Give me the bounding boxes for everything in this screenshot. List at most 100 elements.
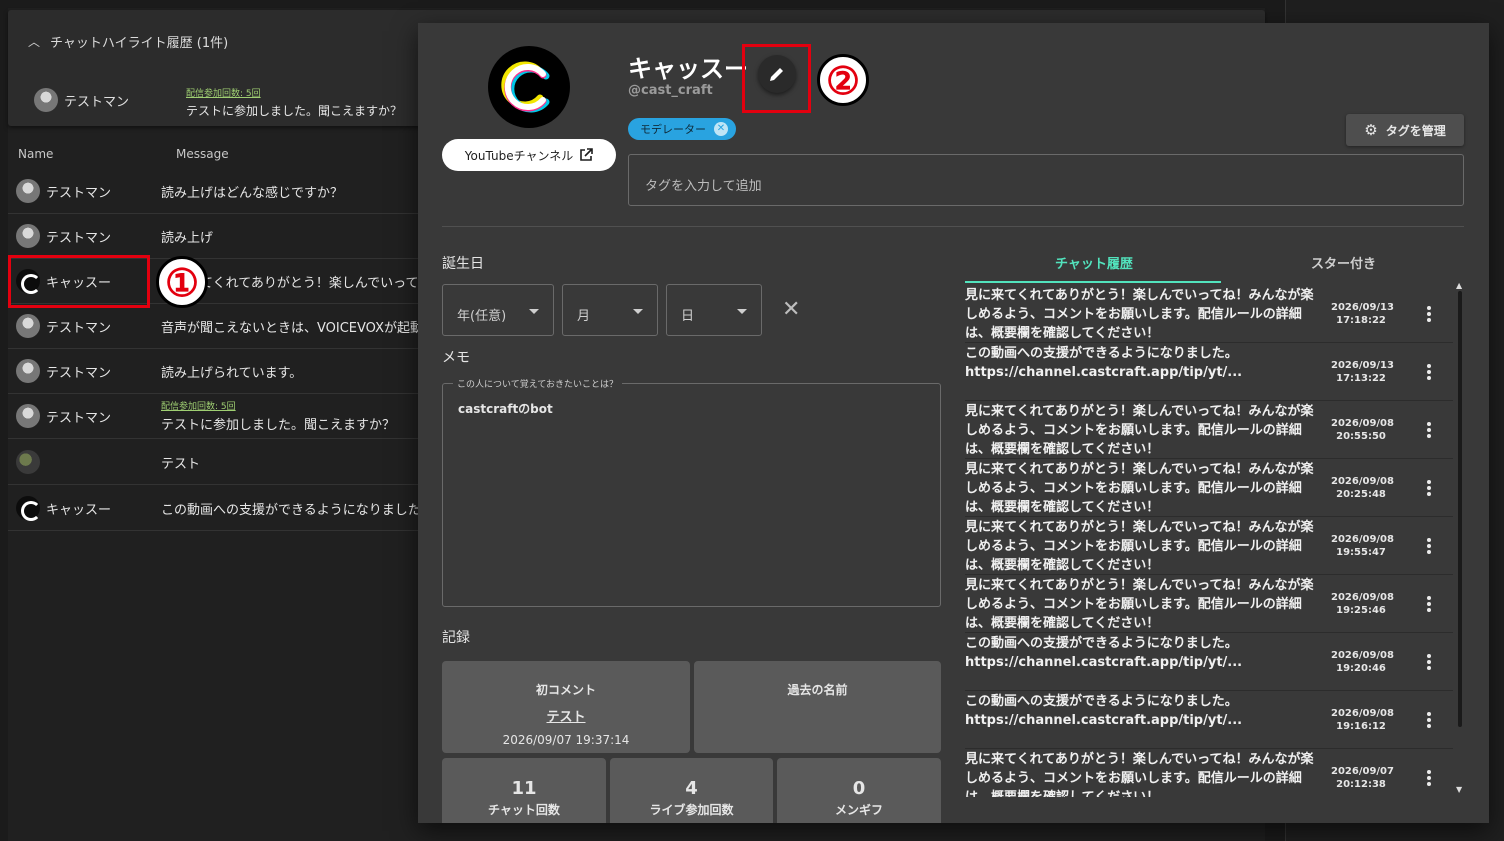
- highlight-user[interactable]: テストマン: [34, 88, 129, 112]
- scroll-up-icon[interactable]: ▲: [1456, 281, 1462, 290]
- highlight-header[interactable]: ︿ チャットハイライト履歴 (1件): [28, 32, 228, 51]
- divider: [442, 226, 1464, 227]
- list-item[interactable]: テストマン 読み上げはどんな感じですか？: [8, 169, 428, 214]
- history-item: この動画への支援ができるようになりました。 https://channel.ca…: [965, 691, 1453, 749]
- month-select[interactable]: 月: [562, 284, 658, 336]
- channel-avatar: [488, 46, 570, 128]
- more-vert-icon[interactable]: [1427, 306, 1431, 324]
- year-select[interactable]: 年(任意): [442, 284, 554, 336]
- history-item-text: 見に来てくれてありがとう！楽しんでいってね！みんなが楽しめるよう、コメントをお願…: [965, 752, 1314, 797]
- list-item[interactable]: テスト: [8, 440, 428, 485]
- year-select-value: 年(任意): [457, 309, 507, 324]
- list-item[interactable]: キャッスー この動画への支援ができるようになりました: [8, 486, 428, 531]
- list-item-message-text: 読み上げられています。: [161, 365, 303, 381]
- memo-textarea[interactable]: この人について覚えておきたいことは？ castcraftのbot: [442, 377, 941, 607]
- clear-birthday-icon[interactable]: ✕: [782, 297, 800, 322]
- history-item-date: 2026/09/08: [1331, 708, 1394, 719]
- first-comment-link[interactable]: テスト: [442, 706, 690, 725]
- list-item[interactable]: テストマン 読み上げ: [8, 214, 428, 259]
- past-names-card: 過去の名前: [694, 661, 941, 753]
- chip-remove-icon[interactable]: ✕: [714, 122, 728, 136]
- youtube-channel-button[interactable]: YouTubeチャンネル: [442, 139, 616, 171]
- participation-badge: 配信参加回数: 5回: [161, 402, 236, 412]
- tab-indicator: [965, 281, 1221, 283]
- history-item-date: 2026/09/08: [1331, 418, 1394, 429]
- annotation-number-1: ①: [156, 256, 208, 308]
- list-item[interactable]: テストマン 配信参加回数: 5回テストに参加しました。聞こえますか？: [8, 394, 428, 439]
- history-item-date: 2026/09/08: [1331, 476, 1394, 487]
- highlight-message: 配信参加回数: 5回 テストに参加しました。聞こえますか？: [186, 86, 402, 119]
- list-item-name: キャッスー: [46, 502, 112, 518]
- memo-value: castcraftのbot: [458, 402, 553, 416]
- list-item-message: 音声が聞こえないときは、VOICEVOXが起動: [161, 317, 421, 336]
- list-item[interactable]: テストマン 音声が聞こえないときは、VOICEVOXが起動: [8, 304, 428, 349]
- more-vert-icon[interactable]: [1427, 654, 1431, 672]
- dropdown-caret-icon: [737, 309, 747, 314]
- history-item-date: 2026/09/08: [1331, 534, 1394, 545]
- column-header-message[interactable]: Message: [176, 147, 229, 161]
- moderator-chip: モデレーター ✕: [628, 118, 736, 140]
- avatar: [16, 450, 40, 474]
- dot: [1427, 306, 1431, 310]
- dot: [1427, 602, 1431, 606]
- user-profile-dialog: YouTubeチャンネル キャッスー @cast_craft モデレーター ✕ …: [418, 23, 1489, 823]
- list-item-message: 配信参加回数: 5回テストに参加しました。聞こえますか？: [161, 399, 421, 433]
- list-item-message-text: この動画への支援ができるようになりました: [161, 502, 421, 518]
- birthday-label: 誕生日: [442, 256, 484, 272]
- live-count-label: ライブ参加回数: [649, 803, 734, 817]
- dot: [1427, 776, 1431, 780]
- scroll-down-icon[interactable]: ▼: [1456, 785, 1462, 794]
- tag-input[interactable]: タグを入力して追加: [628, 154, 1464, 206]
- list-item-message: 読み上げ: [161, 227, 421, 246]
- more-vert-icon[interactable]: [1427, 770, 1431, 788]
- day-select[interactable]: 日: [666, 284, 762, 336]
- history-item-clock: 19:55:47: [1336, 547, 1386, 558]
- history-item-date: 2026/09/13: [1331, 360, 1394, 371]
- more-vert-icon[interactable]: [1427, 422, 1431, 440]
- chat-count-value: 11: [511, 778, 537, 799]
- history-item-time: 2026/09/08 20:25:48: [1331, 475, 1394, 501]
- list-item-name: テストマン: [46, 230, 112, 246]
- tab-chat-history[interactable]: チャット履歴: [1055, 253, 1133, 272]
- more-vert-icon[interactable]: [1427, 596, 1431, 614]
- history-item-clock: 19:16:12: [1336, 721, 1386, 732]
- list-item-name: テストマン: [46, 410, 112, 426]
- list-item-name: テストマン: [46, 185, 112, 201]
- history-item-time: 2026/09/13 17:13:22: [1331, 359, 1394, 385]
- more-vert-icon[interactable]: [1427, 712, 1431, 730]
- list-item-user: テストマン: [16, 404, 111, 428]
- list-item[interactable]: テストマン 読み上げられています。: [8, 349, 428, 394]
- history-scrollbar[interactable]: [1458, 291, 1462, 727]
- list-item-user: テストマン: [16, 314, 111, 338]
- list-item-message-text: 音声が聞こえないときは、VOICEVOXが起動: [161, 320, 421, 336]
- avatar: [16, 224, 40, 248]
- history-item-clock: 20:25:48: [1336, 489, 1386, 500]
- tab-starred[interactable]: スター付き: [1311, 253, 1376, 272]
- annotation-number-2: ②: [817, 54, 869, 106]
- more-vert-icon[interactable]: [1427, 538, 1431, 556]
- history-item-time: 2026/09/08 19:20:46: [1331, 649, 1394, 675]
- history-item-text: 見に来てくれてありがとう！楽しんでいってね！みんなが楽しめるよう、コメントをお願…: [965, 288, 1314, 341]
- dot: [1427, 550, 1431, 554]
- memo-legend: この人について覚えておきたいことは？: [453, 377, 623, 390]
- dot: [1427, 480, 1431, 484]
- history-item-date: 2026/09/08: [1331, 650, 1394, 661]
- more-vert-icon[interactable]: [1427, 480, 1431, 498]
- moderator-chip-label: モデレーター: [640, 123, 706, 136]
- profile-name: キャッスー: [628, 55, 748, 83]
- list-item-message: 読み上げはどんな感じですか？: [161, 182, 421, 201]
- list-item-message: この動画への支援ができるようになりました: [161, 499, 421, 518]
- external-link-icon: [580, 148, 594, 161]
- column-header-name[interactable]: Name: [18, 147, 53, 161]
- manage-tags-button[interactable]: ⚙ タグを管理: [1346, 114, 1464, 146]
- more-vert-icon[interactable]: [1427, 364, 1431, 382]
- list-item-message-text: テストに参加しました。聞こえますか？: [161, 418, 396, 433]
- chevron-up-icon[interactable]: ︿: [28, 33, 40, 50]
- dot: [1427, 312, 1431, 316]
- dot: [1427, 434, 1431, 438]
- history-item-time: 2026/09/08 19:16:12: [1331, 707, 1394, 733]
- history-item-text: この動画への支援ができるようになりました。 https://channel.ca…: [965, 346, 1243, 380]
- history-item-text: 見に来てくれてありがとう！楽しんでいってね！みんなが楽しめるよう、コメントをお願…: [965, 462, 1314, 515]
- list-item-name: テストマン: [46, 320, 112, 336]
- avatar: [16, 179, 40, 203]
